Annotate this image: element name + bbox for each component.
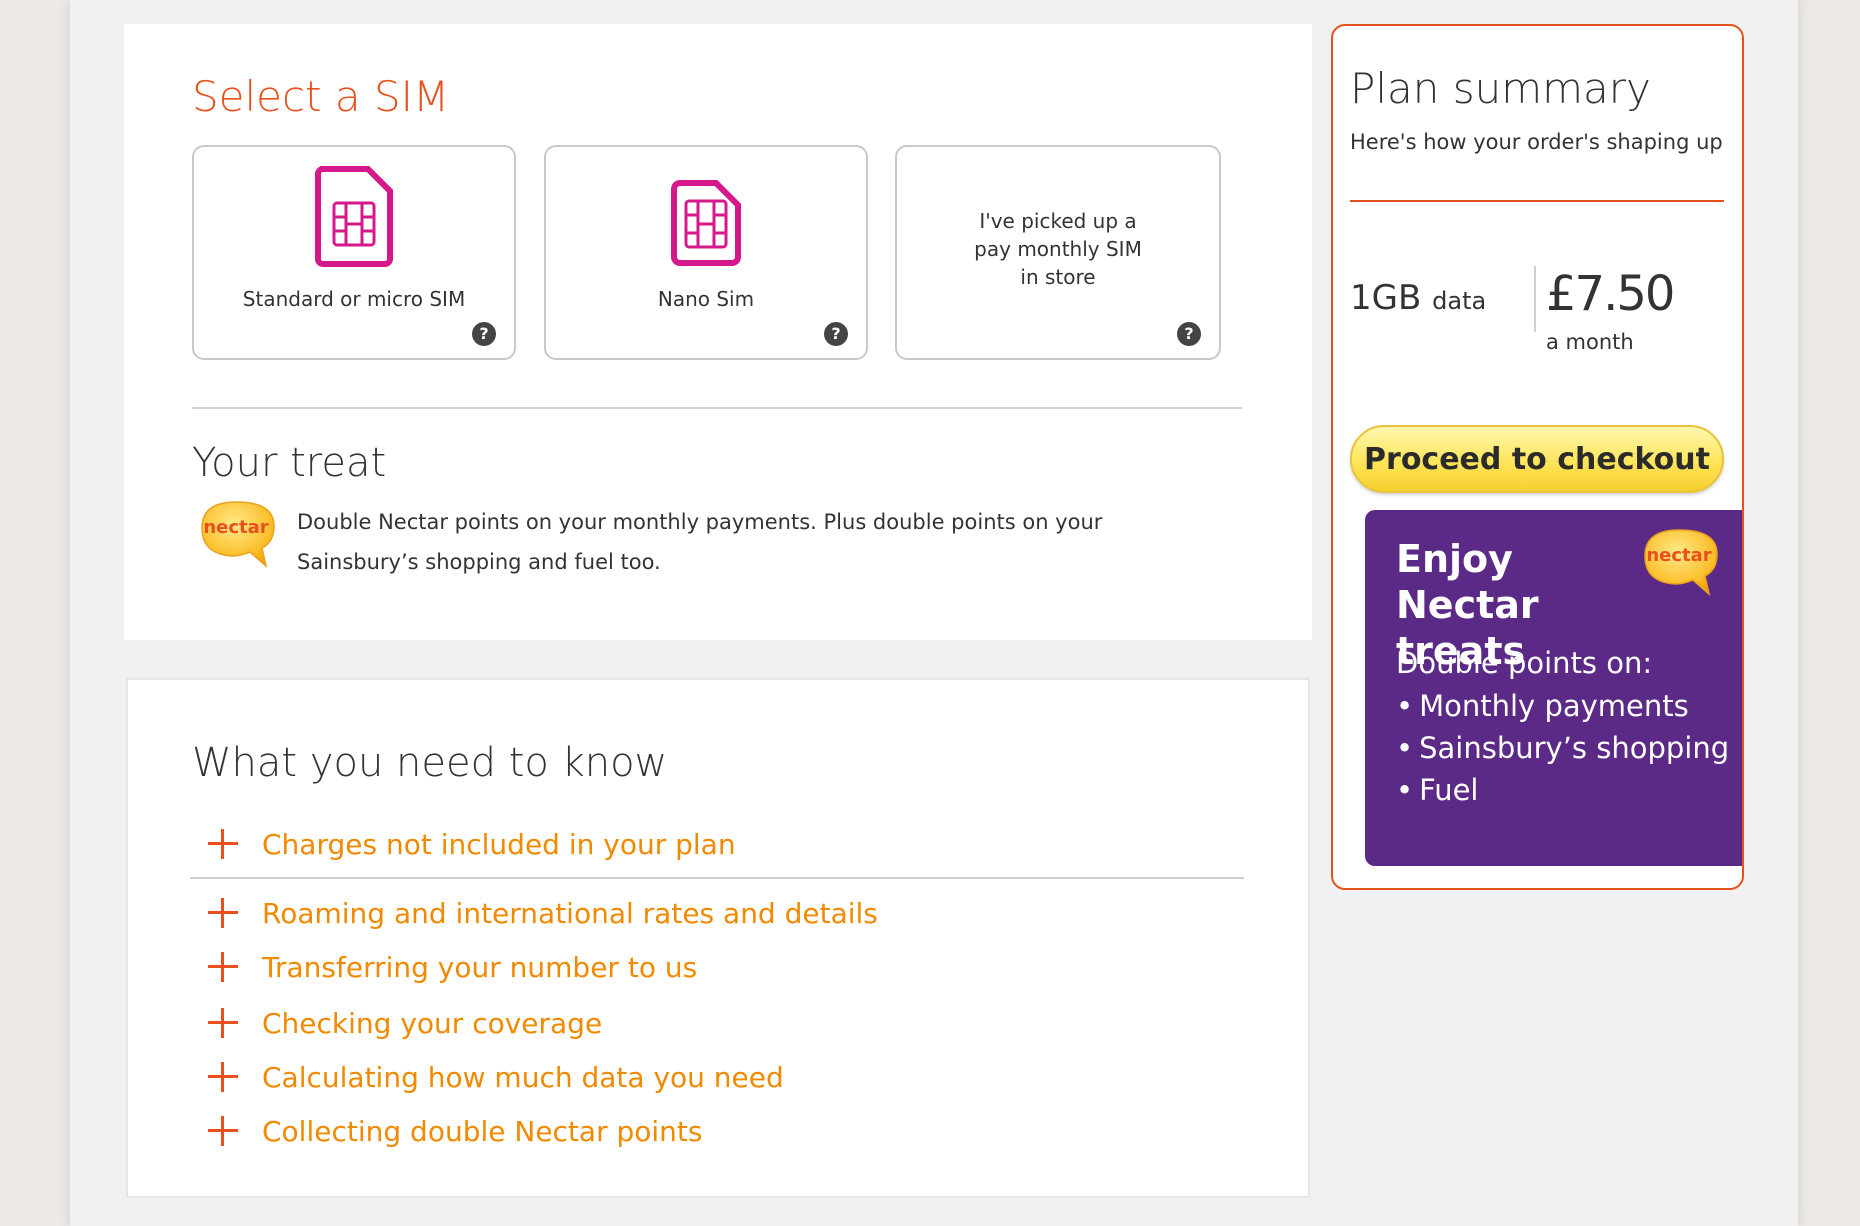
sim-card-icon bbox=[315, 166, 393, 267]
plus-icon bbox=[208, 829, 238, 859]
plus-icon bbox=[208, 1008, 238, 1038]
promo-bullet-list: Monthly payments Sainsbury’s shopping Fu… bbox=[1396, 685, 1729, 811]
promo-bullet: Sainsbury’s shopping bbox=[1396, 727, 1729, 769]
plus-icon bbox=[208, 898, 238, 928]
plan-summary-panel: Plan summary Here's how your order's sha… bbox=[1331, 24, 1744, 890]
sim-option-nano[interactable]: Nano Sim ? bbox=[544, 145, 868, 360]
plus-icon bbox=[208, 952, 238, 982]
proceed-to-checkout-button[interactable]: Proceed to checkout bbox=[1350, 425, 1724, 493]
promo-intro: Double points on: bbox=[1396, 646, 1653, 680]
accordion-label: Collecting double Nectar points bbox=[262, 1114, 703, 1148]
sim-option-label: I've picked up a pay monthly SIM in stor… bbox=[974, 209, 1142, 289]
plan-data-unit: data bbox=[1432, 287, 1487, 315]
sim-option-label: Standard or micro SIM bbox=[242, 287, 466, 311]
accordion-label: Checking your coverage bbox=[262, 1006, 603, 1040]
select-sim-title: Select a SIM bbox=[192, 72, 450, 121]
accordion-label: Roaming and international rates and deta… bbox=[262, 896, 878, 930]
nectar-promo-banner[interactable]: Enjoy Nectar treats nectar Double points… bbox=[1365, 510, 1742, 866]
promo-bullet: Monthly payments bbox=[1396, 685, 1729, 727]
accordion-label: Transferring your number to us bbox=[262, 950, 698, 984]
sim-selection-card: Select a SIM Standard or micro SIM ? Nan… bbox=[124, 24, 1312, 640]
help-icon[interactable]: ? bbox=[824, 322, 848, 346]
help-icon[interactable]: ? bbox=[1177, 322, 1201, 346]
your-treat-title: Your treat bbox=[192, 440, 387, 486]
sim-option-picked-up-in-store[interactable]: I've picked up a pay monthly SIM in stor… bbox=[895, 145, 1221, 360]
accordion-item-roaming[interactable]: Roaming and international rates and deta… bbox=[208, 891, 878, 935]
plan-data-allowance: 1GB data bbox=[1350, 278, 1486, 318]
accordion-divider bbox=[190, 877, 1244, 879]
sim-option-label: Nano Sim bbox=[657, 287, 755, 311]
what-you-need-to-know-card: What you need to know Charges not includ… bbox=[126, 678, 1310, 1198]
treat-description: Double Nectar points on your monthly pay… bbox=[297, 510, 1103, 574]
promo-bullet: Fuel bbox=[1396, 769, 1729, 811]
nectar-logo: nectar bbox=[201, 501, 275, 569]
know-title: What you need to know bbox=[192, 740, 668, 786]
accordion-item-nectar[interactable]: Collecting double Nectar points bbox=[208, 1109, 702, 1153]
accordion-item-charges[interactable]: Charges not included in your plan bbox=[208, 822, 736, 866]
accordion-item-transferring[interactable]: Transferring your number to us bbox=[208, 945, 697, 989]
sim-option-standard-micro[interactable]: Standard or micro SIM ? bbox=[192, 145, 516, 360]
help-icon[interactable]: ? bbox=[472, 322, 496, 346]
accordion-label: Calculating how much data you need bbox=[262, 1060, 784, 1094]
sim-card-icon bbox=[671, 180, 741, 266]
price-divider bbox=[1534, 266, 1536, 332]
section-divider bbox=[192, 407, 1242, 409]
plan-price-period: a month bbox=[1546, 330, 1634, 354]
svg-text:nectar: nectar bbox=[203, 517, 268, 538]
plus-icon bbox=[208, 1116, 238, 1146]
plan-summary-subtitle: Here's how your order's shaping up bbox=[1350, 130, 1723, 154]
summary-divider bbox=[1350, 200, 1724, 202]
accordion-item-coverage[interactable]: Checking your coverage bbox=[208, 1001, 602, 1045]
nectar-logo: nectar bbox=[1644, 529, 1718, 597]
svg-text:nectar: nectar bbox=[1646, 545, 1711, 566]
plus-icon bbox=[208, 1062, 238, 1092]
accordion-item-data[interactable]: Calculating how much data you need bbox=[208, 1055, 784, 1099]
plan-price: £7.50 bbox=[1546, 266, 1675, 322]
plan-summary-title: Plan summary bbox=[1350, 64, 1651, 113]
plan-data-amount: 1GB bbox=[1350, 278, 1422, 318]
accordion-label: Charges not included in your plan bbox=[262, 827, 736, 861]
